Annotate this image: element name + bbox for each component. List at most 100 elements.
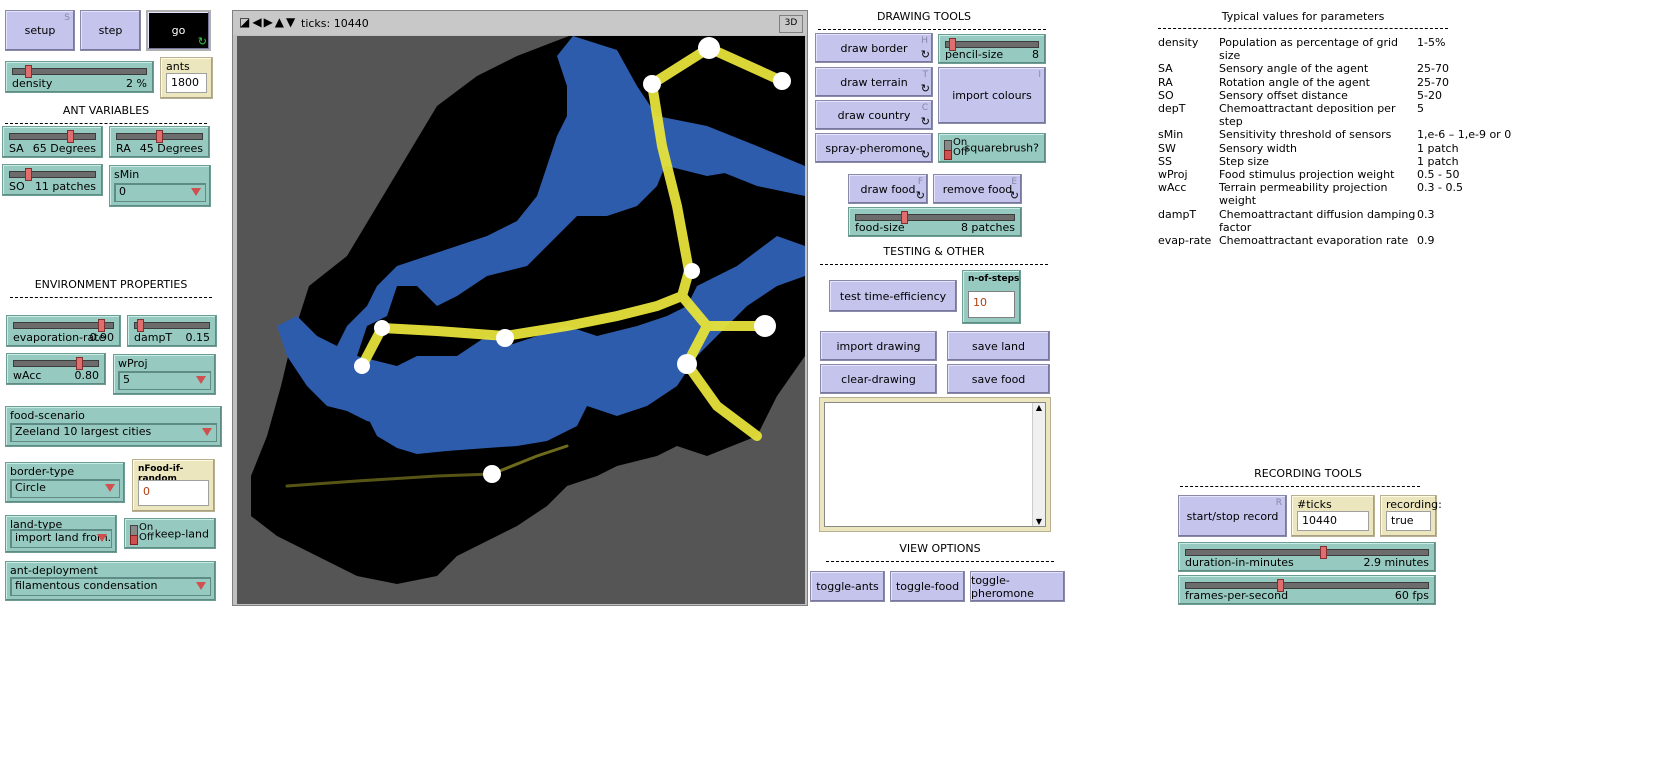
remove-food-button[interactable]: remove food E ↻ [933, 174, 1022, 204]
scroll-down-icon[interactable]: ▼ [1033, 517, 1045, 526]
keep-land-switch[interactable]: On Off keep-land [124, 518, 216, 549]
scroll-up-icon[interactable]: ▲ [1033, 403, 1045, 412]
dropdown-arrow-icon [196, 376, 206, 384]
output-area[interactable]: ▲ ▼ [819, 397, 1051, 532]
fps-slider[interactable]: frames-per-second 60 fps [1178, 575, 1436, 605]
ants-monitor: ants 1800 [160, 57, 213, 99]
toggle-food-button[interactable]: toggle-food [890, 571, 965, 602]
slider-track [12, 68, 147, 75]
wacc-slider[interactable]: wAcc 0.80 [6, 353, 106, 385]
go-button[interactable]: go ↻ [146, 10, 211, 51]
param-value: 25-70 [1417, 75, 1449, 89]
param-value: 25-70 [1417, 62, 1449, 76]
divider [5, 123, 207, 124]
param-description: Step size [1219, 154, 1269, 168]
draw-terrain-key: T [922, 70, 929, 80]
density-slider[interactable]: density 2 % [5, 61, 154, 93]
view-controls-icon[interactable]: ◪◀▶▲▼ [239, 15, 297, 29]
slider-track [9, 133, 96, 140]
param-value: 5 [1417, 102, 1424, 116]
land-type-select[interactable]: import land from... [10, 529, 112, 548]
wproj-chooser[interactable]: wProj 5 [113, 354, 216, 395]
food-scenario-chooser[interactable]: food-scenario Zeeland 10 largest cities [5, 406, 222, 447]
clear-drawing-button[interactable]: clear-drawing [820, 364, 937, 394]
heading-view-options: VIEW OPTIONS [899, 542, 981, 555]
draw-terrain-button[interactable]: draw terrain T ↻ [815, 67, 933, 97]
ants-value: 1800 [166, 73, 207, 93]
param-name: sMin [1158, 128, 1184, 142]
param-name: SO [1158, 88, 1174, 102]
ant-deployment-select[interactable]: filamentous condensation [10, 577, 211, 596]
test-time-efficiency-button[interactable]: test time-efficiency [829, 280, 957, 312]
param-row: density Population as percentage of grid … [1158, 36, 1511, 62]
param-value: 1,e-6 – 1,e-9 or 0 [1417, 128, 1512, 142]
draw-food-label: draw food [860, 182, 916, 196]
land-type-chooser[interactable]: land-type import land from... [5, 515, 117, 553]
smin-chooser[interactable]: sMin 0 [109, 165, 211, 207]
switch-toggle[interactable] [130, 525, 138, 545]
spray-pheromone-button[interactable]: spray-pheromone ↻ [815, 133, 933, 163]
heading-environment-properties: ENVIRONMENT PROPERTIES [34, 278, 188, 291]
import-colours-key: I [1038, 70, 1041, 80]
save-food-button[interactable]: save food [947, 364, 1050, 394]
wproj-select[interactable]: 5 [118, 371, 211, 390]
smin-select[interactable]: 0 [114, 183, 206, 202]
import-colours-button[interactable]: import colours I [938, 67, 1046, 124]
food-source [754, 315, 776, 337]
n-of-steps-value[interactable]: 10 [968, 291, 1015, 318]
food-scenario-label: food-scenario [10, 409, 85, 422]
fps-label: frames-per-second [1185, 589, 1289, 602]
param-value: 0.9 [1417, 234, 1435, 248]
food-scenario-select[interactable]: Zeeland 10 largest cities [10, 423, 217, 442]
so-slider[interactable]: SO 11 patches [2, 164, 103, 196]
param-row: dampT Chemoattractant diffusion damping f… [1158, 208, 1511, 234]
toggle-pheromone-button[interactable]: toggle-pheromone [970, 571, 1065, 602]
world-view[interactable]: ◪◀▶▲▼ ticks: 10440 3D [232, 10, 808, 606]
pencil-size-slider[interactable]: pencil-size 8 [938, 34, 1046, 64]
wproj-label: wProj [118, 357, 148, 370]
params-body: density Population as percentage of grid … [1158, 36, 1511, 247]
save-land-button[interactable]: save land [947, 331, 1050, 361]
dropdown-arrow-icon [196, 582, 206, 590]
ant-deployment-chooser[interactable]: ant-deployment filamentous condensation [5, 561, 216, 601]
setup-button[interactable]: setup S [5, 10, 75, 51]
import-drawing-button[interactable]: import drawing [820, 331, 937, 361]
toggle-ants-button[interactable]: toggle-ants [810, 571, 885, 602]
param-value: 0.3 - 0.5 [1417, 181, 1463, 195]
duration-label: duration-in-minutes [1185, 556, 1294, 569]
param-name: SA [1158, 62, 1173, 76]
ra-slider[interactable]: RA 45 Degrees [109, 126, 210, 158]
switch-toggle[interactable] [944, 140, 952, 160]
import-drawing-label: import drawing [836, 339, 921, 353]
draw-border-button[interactable]: draw border H ↻ [815, 33, 933, 63]
forever-icon: ↻ [920, 115, 930, 128]
slider-thumb[interactable] [1320, 546, 1327, 559]
border-type-chooser[interactable]: border-type Circle [5, 462, 125, 503]
start-stop-record-button[interactable]: start/stop record R [1178, 495, 1287, 537]
draw-food-button[interactable]: draw food F ↻ [848, 174, 928, 204]
sa-slider[interactable]: SA 65 Degrees [2, 126, 103, 158]
border-type-select[interactable]: Circle [10, 479, 120, 498]
squarebrush-switch[interactable]: On Off squarebrush? [938, 133, 1046, 163]
nfood-if-random-value[interactable]: 0 [138, 480, 209, 506]
dampt-slider[interactable]: dampT 0.15 [127, 315, 217, 347]
scrollbar[interactable]: ▲ ▼ [1032, 403, 1045, 526]
heading-ant-variables: ANT VARIABLES [62, 104, 150, 117]
nfood-if-random-input[interactable]: nFood-if-random 0 [132, 459, 215, 512]
param-description: Sensory width [1219, 141, 1298, 155]
slider-track [1185, 582, 1429, 589]
ticks-recording-monitor: #ticks recording: 10440 [1291, 495, 1375, 537]
output-text[interactable]: ▲ ▼ [824, 402, 1046, 527]
step-button[interactable]: step [80, 10, 141, 51]
world-canvas[interactable] [237, 36, 805, 604]
3d-button[interactable]: 3D [779, 15, 803, 33]
duration-slider[interactable]: duration-in-minutes 2.9 minutes [1178, 542, 1436, 572]
ant-deployment-label: ant-deployment [10, 564, 98, 577]
evaporation-rate-slider[interactable]: evaporation-rate 0.90 [6, 315, 121, 347]
food-size-slider[interactable]: food-size 8 patches [848, 207, 1022, 237]
start-stop-record-label: start/stop record [1186, 509, 1279, 523]
slider-thumb[interactable] [25, 168, 32, 181]
draw-border-key: H [921, 36, 928, 46]
n-of-steps-input[interactable]: n-of-steps 10 [962, 270, 1021, 324]
draw-country-button[interactable]: draw country C ↻ [815, 100, 933, 130]
